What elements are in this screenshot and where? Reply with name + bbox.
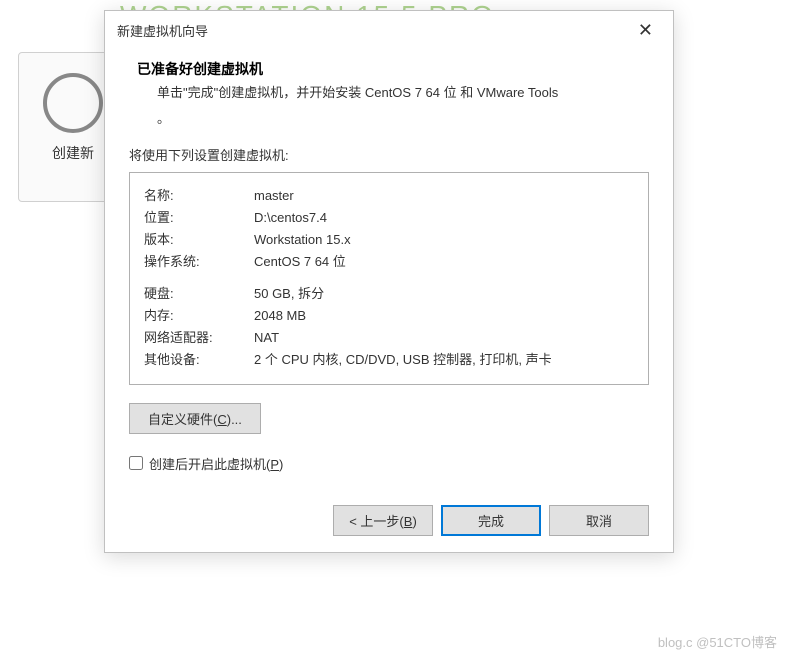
row-label: 其他设备: bbox=[144, 349, 254, 371]
row-label: 操作系统: bbox=[144, 251, 254, 273]
finish-button[interactable]: 完成 bbox=[441, 505, 541, 536]
row-label: 内存: bbox=[144, 305, 254, 327]
summary-row: 名称: master bbox=[144, 185, 634, 207]
dialog-footer: < 上一步(B) 完成 取消 bbox=[105, 493, 673, 552]
back-button[interactable]: < 上一步(B) bbox=[333, 505, 433, 536]
row-value: 50 GB, 拆分 bbox=[254, 283, 634, 305]
customize-hardware-button[interactable]: 自定义硬件(C)... bbox=[129, 403, 261, 434]
summary-box: 名称: master 位置: D:\centos7.4 版本: Workstat… bbox=[129, 172, 649, 385]
cancel-button[interactable]: 取消 bbox=[549, 505, 649, 536]
summary-row: 版本: Workstation 15.x bbox=[144, 229, 634, 251]
row-value: CentOS 7 64 位 bbox=[254, 251, 634, 273]
watermark: blog.c @51CTO博客 bbox=[658, 632, 777, 651]
dialog-subheading2: 。 bbox=[157, 108, 649, 127]
power-on-checkbox-label: 创建后开启此虚拟机(P) bbox=[149, 454, 283, 473]
row-value: master bbox=[254, 185, 634, 207]
close-icon[interactable]: ✕ bbox=[630, 19, 661, 41]
row-label: 版本: bbox=[144, 229, 254, 251]
row-value: D:\centos7.4 bbox=[254, 207, 634, 229]
summary-row: 其他设备: 2 个 CPU 内核, CD/DVD, USB 控制器, 打印机, … bbox=[144, 349, 634, 371]
summary-row: 内存: 2048 MB bbox=[144, 305, 634, 327]
dialog-heading: 已准备好创建虚拟机 bbox=[137, 59, 649, 79]
row-value: NAT bbox=[254, 327, 634, 349]
summary-row: 操作系统: CentOS 7 64 位 bbox=[144, 251, 634, 273]
summary-row: 硬盘: 50 GB, 拆分 bbox=[144, 283, 634, 305]
row-label: 名称: bbox=[144, 185, 254, 207]
titlebar: 新建虚拟机向导 ✕ bbox=[105, 11, 673, 49]
summary-row: 位置: D:\centos7.4 bbox=[144, 207, 634, 229]
section-label: 将使用下列设置创建虚拟机: bbox=[129, 145, 649, 164]
new-vm-wizard-dialog: 新建虚拟机向导 ✕ 已准备好创建虚拟机 单击"完成"创建虚拟机，并开始安装 Ce… bbox=[104, 10, 674, 553]
power-on-after-create-checkbox[interactable]: 创建后开启此虚拟机(P) bbox=[129, 454, 649, 473]
power-on-checkbox-input[interactable] bbox=[129, 456, 143, 470]
row-label: 位置: bbox=[144, 207, 254, 229]
summary-row: 网络适配器: NAT bbox=[144, 327, 634, 349]
dialog-subheading: 单击"完成"创建虚拟机，并开始安装 CentOS 7 64 位 和 VMware… bbox=[157, 83, 649, 104]
row-value: Workstation 15.x bbox=[254, 229, 634, 251]
row-value: 2048 MB bbox=[254, 305, 634, 327]
dialog-title: 新建虚拟机向导 bbox=[117, 21, 208, 40]
bg-card-icon bbox=[43, 73, 103, 133]
row-value: 2 个 CPU 内核, CD/DVD, USB 控制器, 打印机, 声卡 bbox=[254, 349, 634, 371]
row-label: 硬盘: bbox=[144, 283, 254, 305]
row-label: 网络适配器: bbox=[144, 327, 254, 349]
dialog-body: 已准备好创建虚拟机 单击"完成"创建虚拟机，并开始安装 CentOS 7 64 … bbox=[105, 49, 673, 493]
